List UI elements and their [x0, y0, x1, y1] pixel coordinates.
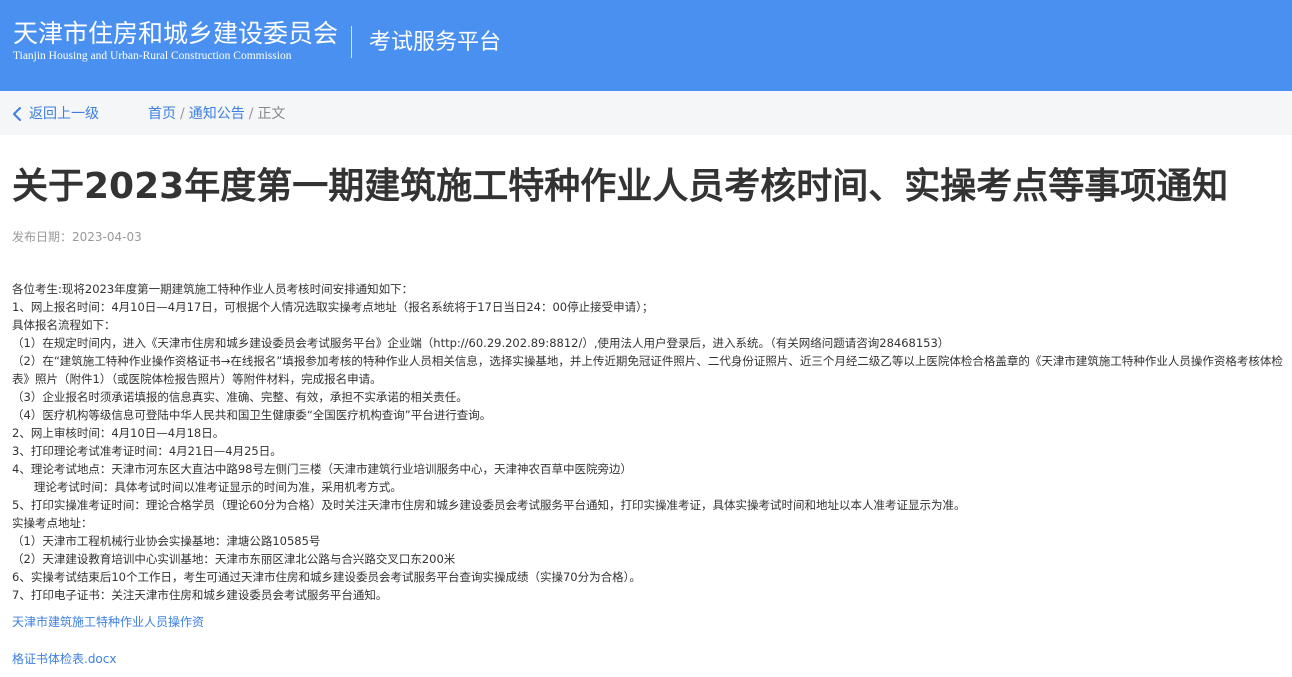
body-line: 2、网上审核时间：4月10日—4月18日。: [12, 426, 225, 440]
breadcrumb-bar: 返回上一级 首页 / 通知公告 / 正文: [0, 91, 1292, 135]
publish-date: 发布日期：2023-04-03: [12, 230, 142, 244]
body-line: （2）在“建筑施工特种作业操作资格证书→在线报名”填报参加考核的特种作业人员相关…: [12, 354, 1283, 386]
back-button[interactable]: 返回上一级: [12, 106, 99, 122]
body-line: 具体报名流程如下：: [12, 318, 116, 332]
body-line: （1）在规定时间内，进入《天津市住房和城乡建设委员会考试服务平台》企业端（htt…: [12, 336, 950, 350]
attachment-link[interactable]: 格证书体检表.docx: [12, 650, 116, 667]
body-line: 各位考生:现将2023年度第一期建筑施工特种作业人员考核时间安排通知如下：: [12, 282, 414, 296]
breadcrumb-home[interactable]: 首页: [148, 106, 176, 122]
article-body: 各位考生:现将2023年度第一期建筑施工特种作业人员考核时间安排通知如下： 1、…: [12, 280, 1284, 604]
platform-name: 考试服务平台: [369, 30, 502, 55]
breadcrumb-separator: /: [248, 106, 254, 122]
chevron-left-icon: [13, 107, 21, 121]
body-line: （1）天津市工程机械行业协会实操基地：津塘公路10585号: [12, 534, 321, 548]
body-line: 5、打印实操准考证时间：理论合格学员（理论60分为合格）及时关注天津市住房和城乡…: [12, 498, 966, 512]
org-name-en: Tianjin Housing and Urban-Rural Construc…: [13, 50, 292, 62]
body-line: （2）天津建设教育培训中心实训基地：天津市东丽区津北公路与合兴路交叉口东200米: [12, 552, 456, 566]
body-line: 实操考点地址：: [12, 516, 93, 530]
article-title: 关于2023年度第一期建筑施工特种作业人员考核时间、实操考点等事项通知: [12, 166, 1229, 207]
body-line: （3）企业报名时须承诺填报的信息真实、准确、完整、有效，承担不实承诺的相关责任。: [12, 390, 468, 404]
back-label: 返回上一级: [29, 106, 99, 122]
breadcrumb-notices[interactable]: 通知公告: [189, 106, 245, 122]
org-name-cn: 天津市住房和城乡建设委员会: [13, 19, 339, 48]
breadcrumb-separator: /: [180, 106, 185, 122]
site-header: 天津市住房和城乡建设委员会 Tianjin Housing and Urban-…: [0, 0, 1292, 91]
body-line: 1、网上报名时间：4月10日—4月17日，可根据个人情况选取实操考点地址（报名系…: [12, 300, 654, 314]
body-line: 6、实操考试结束后10个工作日，考生可通过天津市住房和城乡建设委员会考试服务平台…: [12, 570, 641, 584]
body-line: 7、打印电子证书：关注天津市住房和城乡建设委员会考试服务平台通知。: [12, 588, 388, 602]
body-line: 3、打印理论考试准考证时间：4月21日—4月25日。: [12, 444, 282, 458]
body-line: （4）医疗机构等级信息可登陆中华人民共和国卫生健康委“全国医疗机构查询”平台进行…: [12, 408, 492, 422]
breadcrumb: 首页 / 通知公告 / 正文: [148, 106, 285, 122]
body-line: 理论考试时间：具体考试时间以准考证显示的时间为准，采用机考方式。: [12, 480, 402, 494]
breadcrumb-current: 正文: [257, 106, 286, 122]
body-line: 4、理论考试地点：天津市河东区大直沽中路98号左侧门三楼（天津市建筑行业培训服务…: [12, 462, 632, 476]
attachment-link[interactable]: 天津市建筑施工特种作业人员操作资: [12, 613, 204, 630]
header-divider: [351, 26, 352, 58]
